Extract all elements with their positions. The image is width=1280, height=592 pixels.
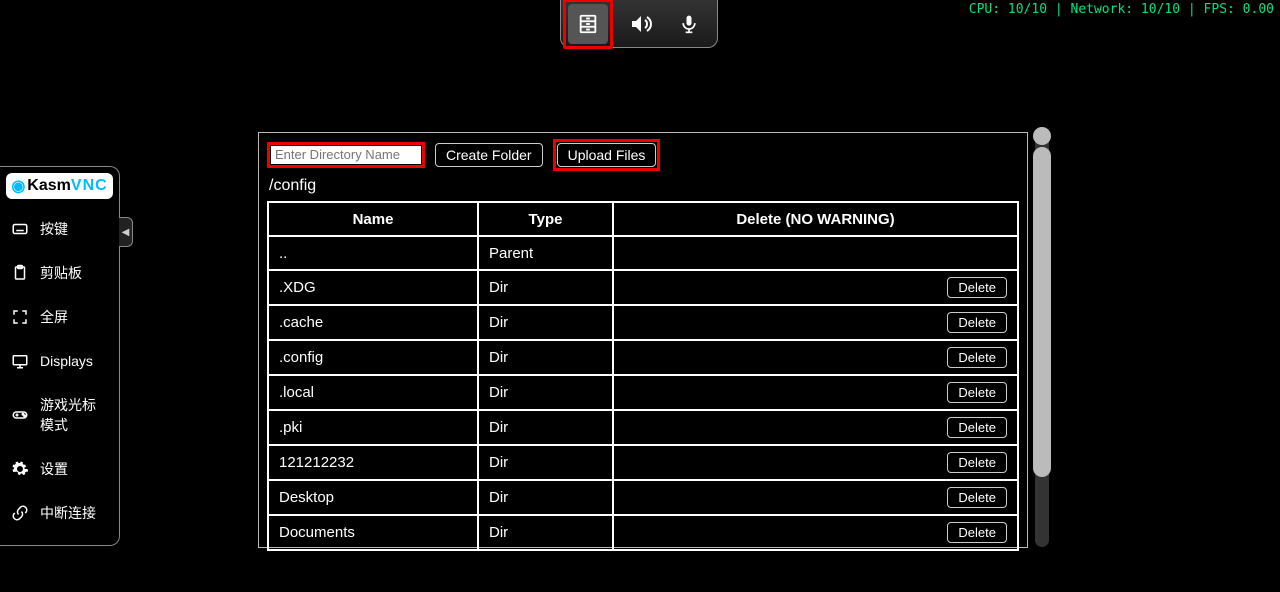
cell-delete: Delete (613, 445, 1018, 480)
scroll-knob[interactable] (1033, 127, 1051, 145)
logo-icon: ◉ (11, 176, 25, 196)
audio-button[interactable] (621, 4, 661, 44)
cell-type: Dir (478, 515, 613, 550)
dir-name-input-highlight (267, 142, 425, 169)
cell-delete: Delete (613, 515, 1018, 550)
table-row[interactable]: .cacheDir Delete (268, 305, 1018, 340)
file-manager-panel: Create Folder Upload Files /config Name … (258, 132, 1028, 548)
file-manager-toolbar: Create Folder Upload Files (267, 139, 1019, 171)
cell-name[interactable]: .config (268, 340, 478, 375)
speaker-icon (629, 12, 653, 36)
directory-name-input[interactable] (271, 146, 421, 164)
sidebar-item-label: 中断连接 (40, 503, 96, 523)
delete-button[interactable]: Delete (947, 522, 1007, 543)
file-table: Name Type Delete (NO WARNING) ..Parent.X… (267, 201, 1019, 551)
table-row[interactable]: .configDir Delete (268, 340, 1018, 375)
scroll-thumb[interactable] (1033, 147, 1051, 477)
cell-type: Dir (478, 270, 613, 305)
cell-delete (613, 236, 1018, 270)
fullscreen-icon (10, 307, 30, 327)
table-row[interactable]: DocumentsDir Delete (268, 515, 1018, 550)
sidebar-item-game-cursor[interactable]: 游戏光标模式 (6, 383, 113, 447)
sidebar-item-label: 设置 (40, 459, 68, 479)
table-row[interactable]: DesktopDir Delete (268, 480, 1018, 515)
cell-name[interactable]: .XDG (268, 270, 478, 305)
sidebar-item-label: Displays (40, 353, 93, 369)
logo-text-asm: asm (39, 177, 71, 195)
create-folder-button[interactable]: Create Folder (435, 143, 543, 167)
cell-type: Parent (478, 236, 613, 270)
cell-name[interactable]: Desktop (268, 480, 478, 515)
table-row[interactable]: 121212232Dir Delete (268, 445, 1018, 480)
table-row[interactable]: .XDGDir Delete (268, 270, 1018, 305)
kasmvnc-logo: ◉ K asm VNC (6, 173, 113, 199)
upload-files-button-highlight: Upload Files (553, 139, 661, 171)
file-manager-button-highlight (563, 0, 613, 49)
disconnect-icon (10, 503, 30, 523)
sidebar-item-displays[interactable]: Displays (6, 339, 113, 383)
cell-delete: Delete (613, 305, 1018, 340)
upload-files-button[interactable]: Upload Files (557, 143, 657, 167)
clipboard-icon (10, 263, 30, 283)
gear-icon (10, 459, 30, 479)
scrollbar[interactable] (1035, 133, 1049, 547)
microphone-icon (679, 13, 699, 35)
cell-name[interactable]: 121212232 (268, 445, 478, 480)
cell-type: Dir (478, 410, 613, 445)
sidebar-item-label: 剪贴板 (40, 263, 82, 283)
column-header-delete: Delete (NO WARNING) (613, 202, 1018, 236)
sidebar-item-label: 按键 (40, 219, 68, 239)
delete-button[interactable]: Delete (947, 487, 1007, 508)
file-manager-button[interactable] (568, 4, 608, 44)
delete-button[interactable]: Delete (947, 452, 1007, 473)
cell-delete: Delete (613, 270, 1018, 305)
cell-name[interactable]: .. (268, 236, 478, 270)
sidebar-item-fullscreen[interactable]: 全屏 (6, 295, 113, 339)
delete-button[interactable]: Delete (947, 312, 1007, 333)
current-path: /config (269, 177, 1019, 195)
delete-button[interactable]: Delete (947, 277, 1007, 298)
delete-button[interactable]: Delete (947, 382, 1007, 403)
cell-name[interactable]: .local (268, 375, 478, 410)
logo-text-vnc: VNC (71, 177, 108, 195)
cell-name[interactable]: .pki (268, 410, 478, 445)
cell-type: Dir (478, 445, 613, 480)
cell-name[interactable]: .cache (268, 305, 478, 340)
gamepad-icon (10, 405, 30, 425)
sidebar: ◉ K asm VNC 按键 剪贴板 全屏 Displays 游戏光标模式 (0, 166, 120, 546)
delete-button[interactable]: Delete (947, 417, 1007, 438)
keyboard-icon (10, 219, 30, 239)
microphone-button[interactable] (669, 4, 709, 44)
table-row[interactable]: .localDir Delete (268, 375, 1018, 410)
table-row[interactable]: .pkiDir Delete (268, 410, 1018, 445)
cell-type: Dir (478, 340, 613, 375)
sidebar-item-disconnect[interactable]: 中断连接 (6, 491, 113, 535)
table-row[interactable]: ..Parent (268, 236, 1018, 270)
sidebar-item-settings[interactable]: 设置 (6, 447, 113, 491)
sidebar-item-label: 游戏光标模式 (40, 395, 109, 435)
top-toolbar (560, 0, 718, 48)
column-header-type: Type (478, 202, 613, 236)
sidebar-item-clipboard[interactable]: 剪贴板 (6, 251, 113, 295)
performance-stats: CPU: 10/10 | Network: 10/10 | FPS: 0.00 (969, 2, 1274, 17)
filing-cabinet-icon (577, 13, 599, 35)
cell-type: Dir (478, 305, 613, 340)
displays-icon (10, 351, 30, 371)
cell-delete: Delete (613, 480, 1018, 515)
cell-delete: Delete (613, 375, 1018, 410)
delete-button[interactable]: Delete (947, 347, 1007, 368)
sidebar-item-label: 全屏 (40, 307, 68, 327)
cell-name[interactable]: Documents (268, 515, 478, 550)
logo-text-k: K (27, 177, 39, 195)
cell-delete: Delete (613, 340, 1018, 375)
cell-type: Dir (478, 375, 613, 410)
cell-delete: Delete (613, 410, 1018, 445)
sidebar-collapse-handle[interactable]: ◀ (119, 217, 133, 247)
column-header-name: Name (268, 202, 478, 236)
cell-type: Dir (478, 480, 613, 515)
sidebar-item-keys[interactable]: 按键 (6, 207, 113, 251)
